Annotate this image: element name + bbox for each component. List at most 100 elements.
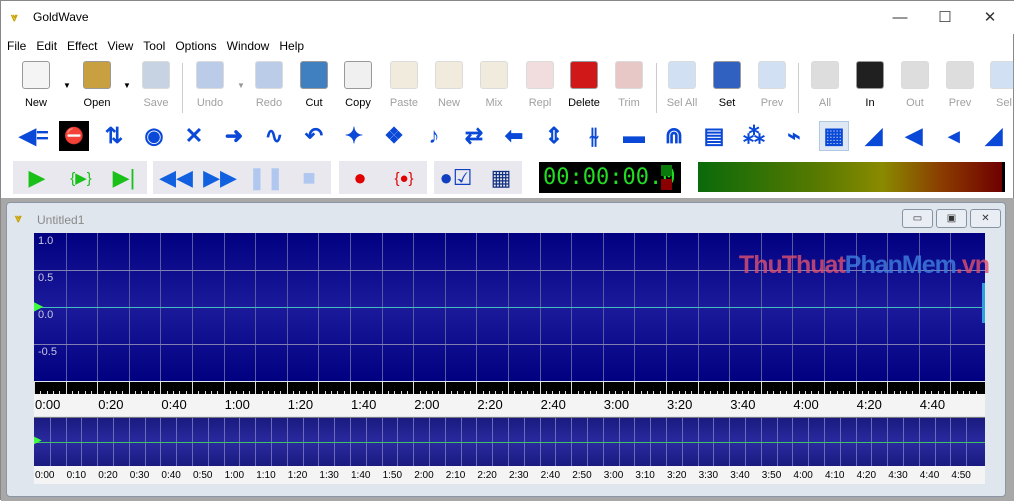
menu-effect[interactable]: Effect (61, 36, 101, 53)
doppler-icon[interactable]: ◉ (139, 121, 169, 151)
time-label: 1:40 (351, 397, 377, 412)
spectrum-filter-icon[interactable]: ▤ (699, 121, 729, 151)
play-to-end-icon[interactable]: ▶| (109, 164, 139, 192)
toolbar-set-button[interactable]: Set (705, 61, 749, 109)
overview-time-label: 1:10 (256, 470, 276, 481)
toolbar-sel-button: Sel (982, 61, 1014, 109)
maximize-button[interactable]: ☐ (922, 1, 968, 34)
menu-edit[interactable]: Edit (30, 36, 61, 53)
minimize-button[interactable]: — (877, 1, 923, 34)
pause-icon[interactable]: ❚❚ (248, 164, 285, 192)
toolbar-separator (182, 63, 183, 113)
fast-forward-icon[interactable]: ▶▶ (203, 164, 237, 192)
volume-icon[interactable]: ◀ (899, 121, 929, 151)
mechanize-icon[interactable]: ❖ (379, 121, 409, 151)
ruler-tick (508, 382, 509, 394)
device-controls-icon[interactable]: ▦ (486, 164, 516, 192)
overview-time-label: 4:30 (888, 470, 908, 481)
overview-time-label: 2:20 (477, 470, 497, 481)
toolbar-in-button[interactable]: In (848, 61, 892, 109)
menu-view[interactable]: View (102, 36, 138, 53)
time-label: 0:40 (161, 397, 187, 412)
rewind-icon[interactable]: ◀◀ (159, 164, 193, 192)
dynamics-icon[interactable]: ➜ (219, 121, 249, 151)
document-restore-button[interactable]: ▣ (936, 209, 967, 228)
equalizer-icon[interactable]: ⫳ (579, 121, 609, 151)
document-window: ⩔ Untitled1 ▭ ▣ ✕ 1.0 0.5 0.0 -0.5 ▶ 0:00 0:2… (6, 202, 1006, 497)
offset-icon[interactable]: ⇕ (539, 121, 569, 151)
maximize-volume-icon[interactable]: ◢ (979, 121, 1009, 151)
play-icon[interactable]: ▶ (22, 164, 52, 192)
time-label: 4:40 (919, 397, 946, 412)
overview-waveform[interactable]: ▶ (34, 417, 985, 466)
ruler-tick (476, 382, 478, 394)
toolbar-open-button[interactable]: Open (75, 61, 119, 109)
no-entry-icon[interactable]: ⛔ (59, 121, 89, 151)
control-properties-icon[interactable]: ●☑ (440, 164, 473, 192)
toolbar-all-button: All (803, 61, 847, 109)
noise-reduction-icon[interactable]: ✦ (339, 121, 369, 151)
toolbar-redo-button: Redo (247, 61, 291, 109)
toolbar-prev-button: Prev (938, 61, 982, 109)
overview-time-label: 3:50 (761, 470, 782, 481)
status-indicator-red (661, 179, 672, 190)
toolbar-new-button[interactable]: New (14, 61, 58, 109)
undo-dropdown-icon[interactable]: ▼ (237, 81, 245, 90)
pop-click-icon[interactable]: ⁂ (739, 121, 769, 151)
document-minimize-button[interactable]: ▭ (902, 209, 933, 228)
ruler-tick (729, 382, 731, 394)
channel-left-icon[interactable]: ◀= (19, 121, 49, 151)
volume-shape-icon[interactable]: ▦ (819, 121, 849, 151)
menu-options[interactable]: Options (169, 36, 220, 53)
ruler-tick (223, 382, 225, 394)
ruler-tick (381, 382, 383, 394)
stop-icon[interactable]: ■ (294, 164, 324, 192)
new-dropdown-icon[interactable]: ▼ (63, 81, 71, 90)
fade-in-icon[interactable]: ◢ (859, 121, 889, 151)
end-marker[interactable] (982, 283, 985, 323)
record-selection-icon[interactable]: {●} (389, 164, 419, 192)
ruler-tick (666, 382, 667, 394)
silence-reduction-icon[interactable]: ⌁ (779, 121, 809, 151)
menu-window[interactable]: Window (221, 36, 274, 53)
echo-wave-icon[interactable]: ∿ (259, 121, 289, 151)
pitch-note-icon[interactable]: ♪ (419, 121, 449, 151)
ruler-tick (65, 382, 67, 394)
open-folder-icon (83, 61, 111, 89)
ruler-tick (855, 382, 857, 394)
filter-spectrum-icon[interactable]: ▬ (619, 121, 649, 151)
menu-help[interactable]: Help (273, 36, 308, 53)
ruler-tick (286, 382, 288, 394)
volume-change-icon[interactable]: ◂ (939, 121, 969, 151)
toolbar-delete-button[interactable]: Delete (562, 61, 606, 109)
zoom-out-icon (901, 61, 929, 89)
time-label: 3:00 (603, 397, 630, 412)
toolbar-label: Mix (485, 97, 503, 109)
record-new-icon[interactable]: ● (345, 164, 375, 192)
toolbar-copy-button[interactable]: Copy (336, 61, 380, 109)
overview-start-marker-icon[interactable]: ▶ (34, 435, 42, 446)
paste-new-icon (435, 61, 463, 89)
reverb-icon[interactable]: ⋒ (659, 121, 689, 151)
menu-file[interactable]: File (1, 36, 30, 53)
playback-rate-icon[interactable]: ⇄ (459, 121, 489, 151)
menu-tool[interactable]: Tool (137, 36, 169, 53)
document-close-button[interactable]: ✕ (970, 209, 1001, 228)
close-button[interactable]: ✕ (967, 1, 1013, 34)
waveform-ruler[interactable] (34, 382, 985, 394)
time-label: 1:20 (287, 397, 314, 412)
reverse-icon[interactable]: ↶ (299, 121, 329, 151)
undo-icon (196, 61, 224, 89)
reverse-arrow-icon[interactable]: ⬅ (499, 121, 529, 151)
start-marker-icon[interactable]: ▶ (34, 299, 43, 313)
expand-compress-icon[interactable]: ⇅ (99, 121, 129, 151)
watermark: ThuThuatPhanMem.vn (738, 251, 990, 279)
toolbar-save-button: Save (134, 61, 178, 109)
play-selection-icon[interactable]: {▶} (66, 164, 96, 192)
set-selection-icon (713, 61, 741, 89)
open-dropdown-icon[interactable]: ▼ (123, 81, 131, 90)
crossfade-icon[interactable]: ✕ (179, 121, 209, 151)
time-label: 2:00 (414, 397, 440, 412)
overview-center-line (34, 442, 985, 443)
toolbar-cut-button[interactable]: Cut (292, 61, 336, 109)
